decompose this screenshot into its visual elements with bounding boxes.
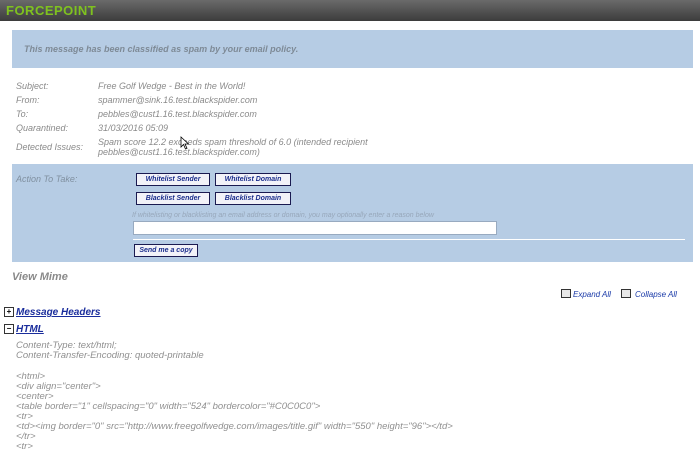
code-line: <td><img border="0" src="http://www.free… xyxy=(16,421,453,432)
top-bar: FORCEPOINT xyxy=(0,0,700,21)
spam-notice-banner: This message has been classified as spam… xyxy=(12,30,693,68)
blacklist-sender-button[interactable]: Blacklist Sender xyxy=(136,192,210,205)
to-label: To: xyxy=(16,109,29,119)
action-panel: Action To Take: Whitelist Sender Whiteli… xyxy=(12,164,693,262)
collapse-minus-icon[interactable]: − xyxy=(4,324,14,334)
message-headers-link[interactable]: Message Headers xyxy=(16,307,101,318)
subject-label: Subject: xyxy=(16,81,49,91)
detected-issues-label: Detected Issues: xyxy=(16,142,84,152)
forcepoint-logo: FORCEPOINT xyxy=(6,3,97,18)
whitelist-sender-button[interactable]: Whitelist Sender xyxy=(136,173,210,186)
divider xyxy=(133,239,685,240)
expand-all-link[interactable]: Expand All xyxy=(573,290,611,299)
code-line: <tr> xyxy=(16,441,33,452)
subject-value: Free Golf Wedge - Best in the World! xyxy=(98,81,246,91)
collapse-all-icon[interactable] xyxy=(621,289,631,298)
spam-notice-text: This message has been classified as spam… xyxy=(24,44,299,54)
to-value: pebbles@cust1.16.test.blackspider.com xyxy=(98,109,257,119)
reason-input[interactable] xyxy=(133,221,497,235)
collapse-all-link[interactable]: Collapse All xyxy=(635,290,677,299)
quarantined-value: 31/03/2016 05:09 xyxy=(98,123,169,133)
code-line: <table border="1" cellspacing="0" width=… xyxy=(16,401,321,412)
send-copy-button[interactable]: Send me a copy xyxy=(134,244,198,257)
transfer-encoding-line: Content-Transfer-Encoding: quoted-printa… xyxy=(16,350,204,361)
reason-hint: If whitelisting or blacklisting an email… xyxy=(132,212,434,219)
whitelist-domain-button[interactable]: Whitelist Domain xyxy=(215,173,291,186)
action-to-take-label: Action To Take: xyxy=(16,174,78,184)
expand-plus-icon[interactable]: + xyxy=(4,307,14,317)
from-value: spammer@sink.16.test.blackspider.com xyxy=(98,95,258,105)
view-mime-title: View Mime xyxy=(12,271,68,283)
from-label: From: xyxy=(16,95,40,105)
html-section-link[interactable]: HTML xyxy=(16,324,44,335)
detected-issues-line2: pebbles@cust1.16.test.blackspider.com) xyxy=(98,147,260,157)
quarantined-label: Quarantined: xyxy=(16,123,69,133)
blacklist-domain-button[interactable]: Blacklist Domain xyxy=(215,192,291,205)
expand-all-icon[interactable] xyxy=(561,289,571,298)
mouse-pointer-icon xyxy=(180,136,190,150)
detected-issues-line1: Spam score 12.2 exceeds spam threshold o… xyxy=(98,137,368,147)
